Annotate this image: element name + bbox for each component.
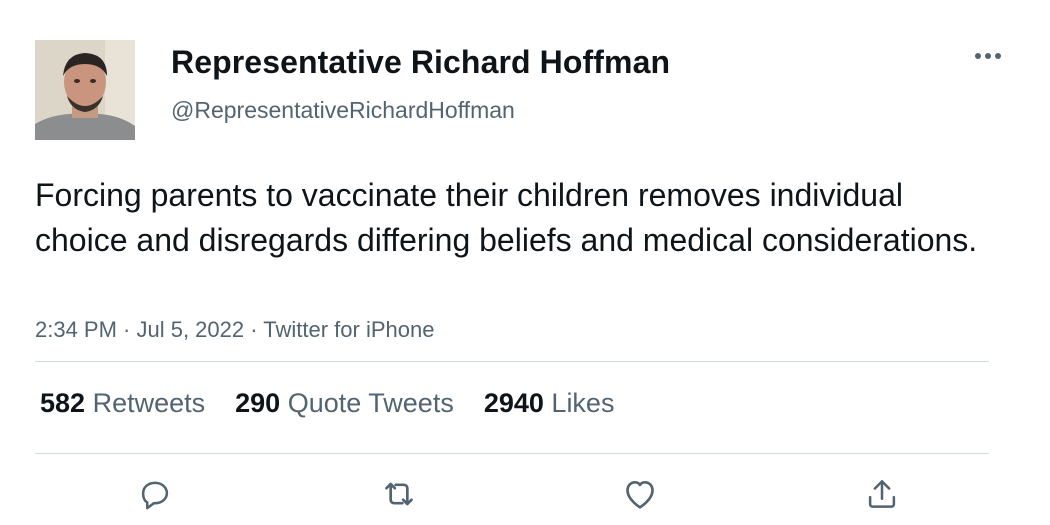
retweets-count: 582 — [40, 388, 86, 418]
retweets-label: Retweets — [92, 388, 206, 418]
retweet-icon[interactable] — [377, 472, 421, 516]
likes-count: 2940 — [483, 388, 544, 418]
action-bar — [0, 472, 1050, 522]
engagement-stats: 582 Retweets 290 Quote Tweets 2940 Likes — [40, 388, 614, 419]
quote-tweets-count: 290 — [235, 388, 281, 418]
author-name[interactable]: Representative Richard Hoffman — [171, 44, 670, 81]
more-options-icon[interactable] — [972, 44, 1004, 68]
likes-stat[interactable]: 2940 Likes — [484, 388, 615, 419]
author-handle[interactable]: @RepresentativeRichardHoffman — [171, 97, 515, 124]
share-icon[interactable] — [860, 472, 904, 516]
quote-tweets-label: Quote Tweets — [287, 388, 454, 418]
divider-bottom — [35, 453, 989, 454]
reply-icon[interactable] — [133, 472, 177, 516]
divider-top — [35, 361, 989, 362]
tweet-timestamp[interactable]: 2:34 PM · Jul 5, 2022 · Twitter for iPho… — [35, 317, 434, 343]
quote-tweets-stat[interactable]: 290 Quote Tweets — [235, 388, 454, 419]
heart-icon[interactable] — [618, 472, 662, 516]
avatar-photo — [35, 40, 135, 140]
retweets-stat[interactable]: 582 Retweets — [40, 388, 205, 419]
likes-label: Likes — [551, 388, 615, 418]
tweet-text: Forcing parents to vaccinate their child… — [35, 177, 978, 258]
avatar[interactable] — [35, 40, 135, 140]
